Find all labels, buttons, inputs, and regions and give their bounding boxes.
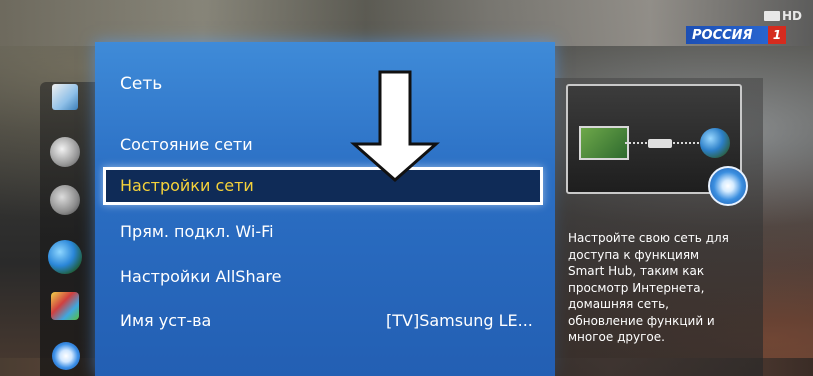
help-text: Настройте свою сеть для доступа к функци… <box>568 230 768 346</box>
help-line: домашняя сеть, <box>568 297 669 311</box>
globe-icon[interactable] <box>48 240 82 274</box>
help-line: Настройте свою сеть для <box>568 231 729 245</box>
down-arrow-icon <box>350 70 440 182</box>
tv-icon <box>579 126 629 160</box>
side-icon-strip <box>40 82 98 376</box>
menu-item-network-settings[interactable]: Настройки сети <box>120 176 254 195</box>
channel-name: РОССИЯ <box>692 27 753 43</box>
menu-item-allshare-settings[interactable]: Настройки AllShare <box>120 267 281 286</box>
help-line: обновление функций и <box>568 313 715 328</box>
hd-badge: HD <box>764 8 810 24</box>
menu-item-wifi-direct[interactable]: Прям. подкл. Wi-Fi <box>120 222 274 241</box>
help-line: доступа к функциям <box>568 247 700 262</box>
gear-icon[interactable] <box>52 342 80 370</box>
settings-gear-icon <box>708 166 748 206</box>
hd-icon <box>764 11 780 21</box>
channel-logo: РОССИЯ 1 <box>686 26 786 44</box>
hd-label: HD <box>782 9 803 23</box>
router-icon <box>648 139 672 148</box>
help-line: многое другое. <box>568 330 665 344</box>
speaker-icon[interactable] <box>50 137 80 167</box>
menu-item-device-name[interactable]: Имя уст-ва <box>120 311 211 330</box>
menu-item-network-status[interactable]: Состояние сети <box>120 135 253 154</box>
disc-icon[interactable] <box>50 185 80 215</box>
device-name-value: [TV]Samsung LE... <box>386 311 533 330</box>
help-line: Smart Hub, таким как <box>568 264 705 278</box>
help-line: просмотр Интернета, <box>568 280 705 295</box>
page-title: Сеть <box>120 74 163 94</box>
photo-icon[interactable] <box>52 84 78 110</box>
internet-globe-icon <box>700 128 730 158</box>
channel-number: 1 <box>768 26 786 44</box>
cube-icon[interactable] <box>51 292 79 320</box>
